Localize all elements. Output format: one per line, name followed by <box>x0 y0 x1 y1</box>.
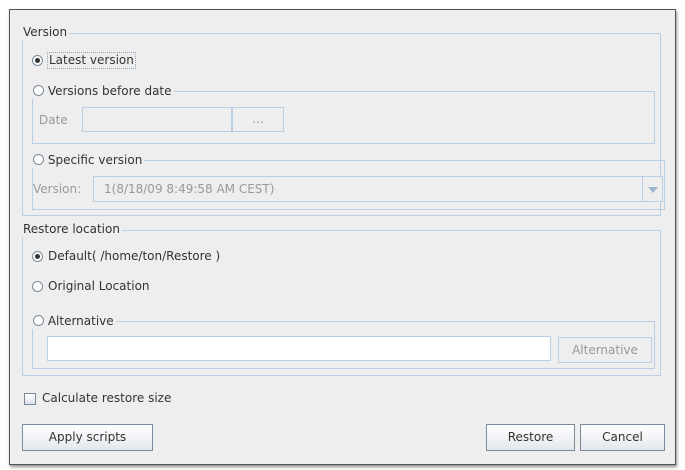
date-picker-button[interactable]: ... <box>232 107 284 132</box>
apply-scripts-button[interactable]: Apply scripts <box>22 424 153 451</box>
calculate-restore-size-checkbox[interactable] <box>24 393 36 405</box>
default-location-label[interactable]: Default( /home/ton/Restore ) <box>48 249 220 264</box>
alternative-path-input[interactable] <box>47 336 551 361</box>
version-label: Version: <box>33 182 82 196</box>
restore-dialog: Version Latest version Versions before d… <box>9 9 676 465</box>
restore-location-title: Restore location <box>22 222 122 237</box>
calculate-restore-size-label[interactable]: Calculate restore size <box>42 391 171 406</box>
before-date-label[interactable]: Versions before date <box>48 84 172 98</box>
specific-version-radio[interactable] <box>33 154 44 165</box>
latest-version-label[interactable]: Latest version <box>47 52 136 69</box>
chevron-down-icon[interactable] <box>642 177 662 201</box>
version-select-value: 1(8/18/09 8:49:58 AM CEST) <box>104 182 275 196</box>
specific-version-legend: Specific version <box>32 153 145 168</box>
latest-version-radio[interactable] <box>32 55 43 66</box>
version-group-title: Version <box>22 25 70 40</box>
alternative-radio[interactable] <box>33 315 44 326</box>
alternative-legend: Alternative <box>32 314 116 329</box>
alternative-label[interactable]: Alternative <box>48 314 114 328</box>
alternative-button[interactable]: Alternative <box>558 337 652 363</box>
cancel-button[interactable]: Cancel <box>580 424 665 451</box>
specific-version-label[interactable]: Specific version <box>48 153 142 167</box>
original-location-radio[interactable] <box>32 281 43 292</box>
before-date-radio[interactable] <box>33 85 44 96</box>
date-field[interactable] <box>82 107 232 132</box>
original-location-label[interactable]: Original Location <box>48 279 150 294</box>
version-select[interactable]: 1(8/18/09 8:49:58 AM CEST) <box>93 176 663 202</box>
default-location-radio[interactable] <box>32 251 43 262</box>
before-date-legend: Versions before date <box>32 84 174 99</box>
date-label: Date <box>39 113 68 127</box>
restore-button[interactable]: Restore <box>486 424 575 451</box>
